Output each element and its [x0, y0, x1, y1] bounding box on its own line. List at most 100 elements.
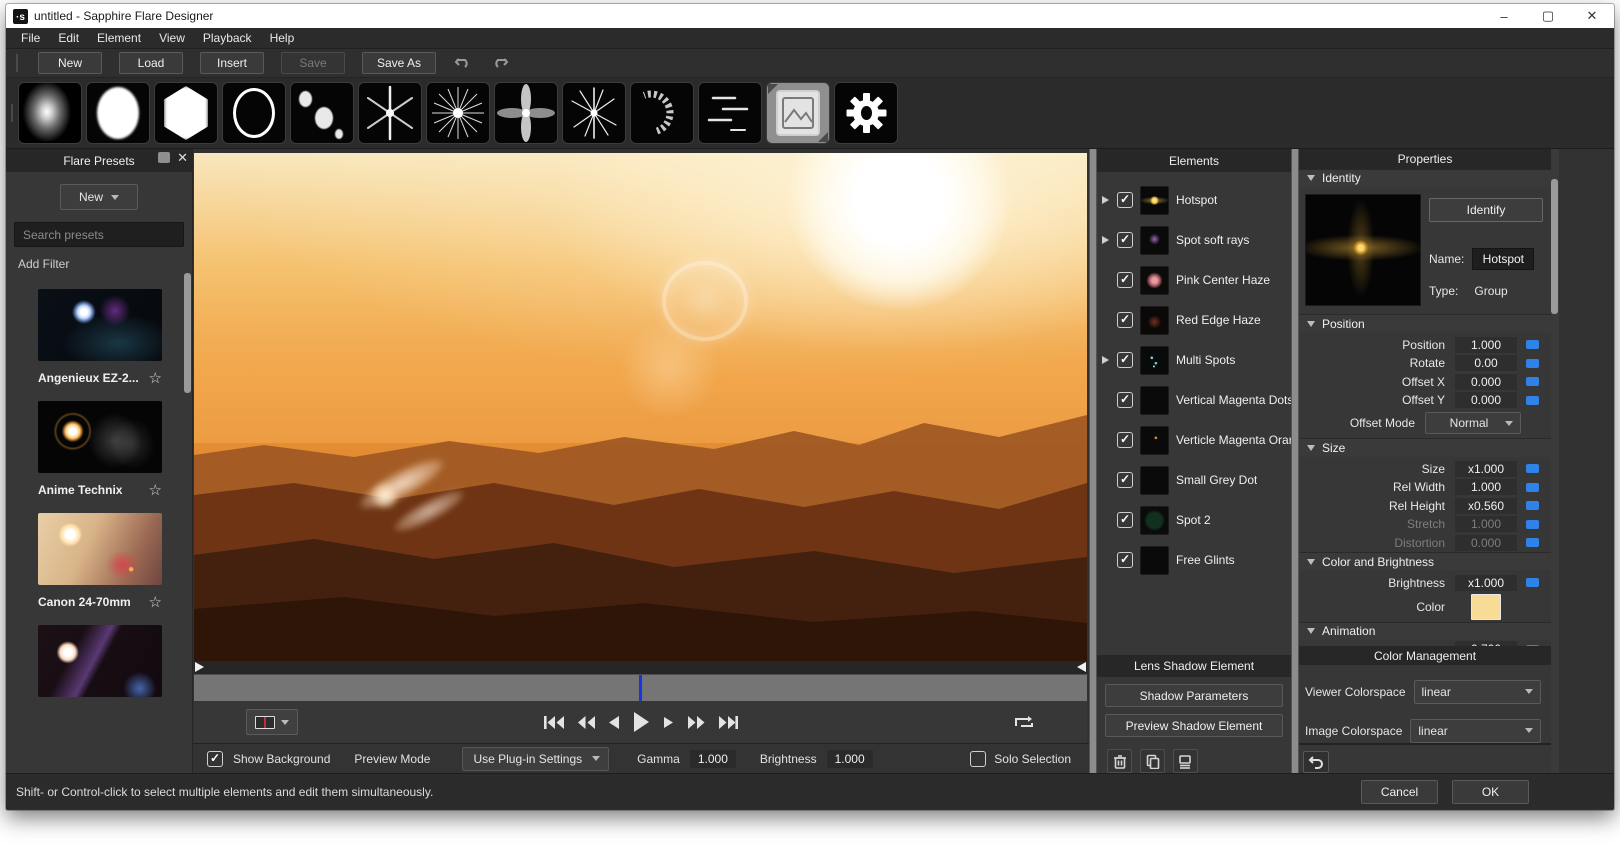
- expand-arrow-icon[interactable]: [1101, 356, 1110, 364]
- range-start-marker[interactable]: [195, 662, 204, 672]
- element-row[interactable]: Vertical Magenta Dots: [1097, 380, 1291, 420]
- element-visibility-checkbox[interactable]: [1117, 512, 1133, 528]
- delete-element-icon[interactable]: [1107, 749, 1132, 773]
- properties-scrollbar-track[interactable]: [1551, 149, 1559, 773]
- hexagon-icon[interactable]: [154, 82, 218, 144]
- favorite-star-icon[interactable]: [149, 481, 162, 499]
- load-button[interactable]: Load: [119, 52, 183, 74]
- param-row-rotate[interactable]: Rotate 0.00: [1299, 354, 1551, 373]
- cancel-button[interactable]: Cancel: [1361, 780, 1438, 804]
- expand-arrow-icon[interactable]: [1101, 236, 1110, 244]
- save-as-button[interactable]: Save As: [362, 52, 436, 74]
- menu-playback[interactable]: Playback: [194, 29, 261, 47]
- preset-thumbnail[interactable]: [38, 513, 162, 585]
- timeline-range-bar[interactable]: [194, 661, 1087, 674]
- new-button[interactable]: New: [38, 52, 102, 74]
- play-backward-button[interactable]: [608, 715, 620, 730]
- favorite-star-icon[interactable]: [149, 369, 162, 387]
- element-visibility-checkbox[interactable]: [1117, 312, 1133, 328]
- element-row[interactable]: Red Edge Haze: [1097, 300, 1291, 340]
- element-visibility-checkbox[interactable]: [1117, 352, 1133, 368]
- duplicate-stack-icon[interactable]: [1173, 749, 1198, 773]
- ring-icon[interactable]: [222, 82, 286, 144]
- element-row[interactable]: Verticle Magenta Orange ...: [1097, 420, 1291, 460]
- identity-section-header[interactable]: Identity: [1299, 169, 1551, 187]
- preset-thumbnail[interactable]: [38, 625, 162, 697]
- spots-icon[interactable]: [290, 82, 354, 144]
- preset-thumbnail[interactable]: [38, 401, 162, 473]
- param-keyframe-button[interactable]: [1526, 464, 1539, 473]
- minimize-button[interactable]: –: [1482, 4, 1526, 28]
- search-presets-input[interactable]: Search presets: [14, 222, 184, 247]
- param-row-rel-width[interactable]: Rel Width 1.000: [1299, 478, 1551, 497]
- close-button[interactable]: ✕: [1570, 4, 1614, 28]
- ellipse-icon[interactable]: [86, 82, 150, 144]
- menu-help[interactable]: Help: [261, 29, 304, 47]
- favorite-star-icon[interactable]: [149, 593, 162, 611]
- param-keyframe-button[interactable]: [1526, 483, 1539, 492]
- offset-mode-dropdown[interactable]: Normal: [1425, 412, 1521, 434]
- color-brightness-section-header[interactable]: Color and Brightness: [1299, 552, 1551, 570]
- element-row[interactable]: Hotspot: [1097, 180, 1291, 220]
- properties-scrollbar[interactable]: [1551, 179, 1558, 314]
- element-row[interactable]: Spot soft rays: [1097, 220, 1291, 260]
- element-visibility-checkbox[interactable]: [1117, 272, 1133, 288]
- plugin-settings-dropdown[interactable]: Use Plug-in Settings: [462, 747, 609, 771]
- param-keyframe-button[interactable]: [1526, 377, 1539, 386]
- soft-rays-icon[interactable]: [494, 82, 558, 144]
- element-row[interactable]: Multi Spots: [1097, 340, 1291, 380]
- identify-button[interactable]: Identify: [1429, 198, 1543, 222]
- preview-mode-label[interactable]: Preview Mode: [354, 752, 430, 766]
- param-row-offset-y[interactable]: Offset Y 0.000: [1299, 391, 1551, 410]
- insert-button[interactable]: Insert: [200, 52, 264, 74]
- rays-icon[interactable]: [426, 82, 490, 144]
- preset-card[interactable]: Canon 24-70mm: [38, 513, 164, 611]
- timeline-scrubber[interactable]: [194, 674, 1087, 701]
- close-panel-icon[interactable]: ✕: [177, 152, 188, 163]
- fast-forward-button[interactable]: [687, 715, 705, 730]
- element-row[interactable]: Free Glints: [1097, 540, 1291, 580]
- rewind-button[interactable]: [577, 715, 595, 730]
- viewer-colorspace-dropdown[interactable]: linear: [1414, 680, 1542, 704]
- element-row[interactable]: Pink Center Haze: [1097, 260, 1291, 300]
- image-icon[interactable]: [766, 82, 830, 144]
- streaks-icon[interactable]: [698, 82, 762, 144]
- save-button[interactable]: Save: [281, 52, 345, 74]
- size-section-header[interactable]: Size: [1299, 438, 1551, 456]
- iconbar-grip[interactable]: [11, 104, 14, 122]
- expand-arrow-icon[interactable]: [1101, 196, 1110, 204]
- param-row-offset-x[interactable]: Offset X 0.000: [1299, 372, 1551, 391]
- elements-left-splitter[interactable]: [1089, 149, 1097, 773]
- element-row[interactable]: Small Grey Dot: [1097, 460, 1291, 500]
- arc-icon[interactable]: [630, 82, 694, 144]
- param-keyframe-button[interactable]: [1526, 359, 1539, 368]
- param-row-size[interactable]: Size x1.000: [1299, 460, 1551, 479]
- play-button[interactable]: [633, 712, 650, 732]
- preview-canvas[interactable]: [194, 153, 1087, 661]
- step-forward-button[interactable]: [663, 716, 674, 729]
- menu-file[interactable]: File: [12, 29, 49, 47]
- loop-playback-icon[interactable]: [1013, 714, 1035, 730]
- element-visibility-checkbox[interactable]: [1117, 232, 1133, 248]
- preset-card[interactable]: [38, 625, 164, 697]
- brightness-value-field[interactable]: 1.000: [827, 750, 873, 768]
- float-panel-icon[interactable]: [158, 152, 170, 163]
- menu-edit[interactable]: Edit: [49, 29, 88, 47]
- shadow-parameters-button[interactable]: Shadow Parameters: [1105, 684, 1283, 707]
- preset-card[interactable]: Anime Technix: [38, 401, 164, 499]
- param-keyframe-button[interactable]: [1526, 340, 1539, 349]
- color-swatch[interactable]: [1471, 594, 1501, 620]
- preset-card[interactable]: Angenieux EZ-2...: [38, 289, 164, 387]
- go-to-start-button[interactable]: [544, 715, 564, 730]
- solo-selection-checkbox[interactable]: [970, 751, 986, 767]
- param-keyframe-button[interactable]: [1526, 520, 1539, 529]
- param-keyframe-button[interactable]: [1526, 501, 1539, 510]
- add-filter-link[interactable]: Add Filter: [18, 257, 192, 271]
- show-background-checkbox[interactable]: [207, 751, 223, 767]
- go-to-end-button[interactable]: [718, 715, 738, 730]
- preview-shadow-element-button[interactable]: Preview Shadow Element: [1105, 714, 1283, 737]
- presets-scrollbar[interactable]: [184, 273, 191, 393]
- properties-left-splitter[interactable]: [1291, 149, 1299, 773]
- element-visibility-checkbox[interactable]: [1117, 432, 1133, 448]
- element-visibility-checkbox[interactable]: [1117, 552, 1133, 568]
